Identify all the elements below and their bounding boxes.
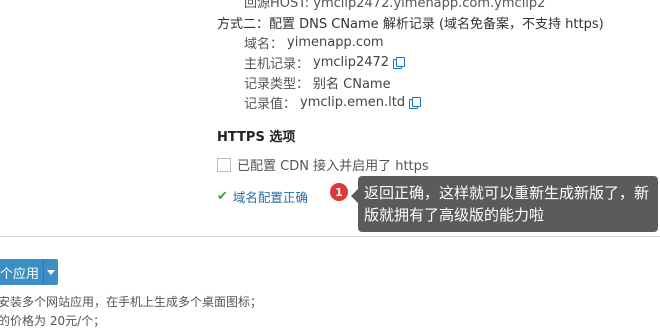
dropdown-caret-icon[interactable] [43,259,58,285]
domain-ok-text: 域名配置正确 [232,190,308,205]
copy-host-icon[interactable] [393,57,406,69]
annotation-tooltip: 返回正确，这样就可以重新生成新版了，新版就拥有了高级版的能力啦 [351,176,658,232]
type-label: 记录类型： [244,77,310,92]
checkmark-icon: ✔ [217,189,228,204]
cdn-https-option[interactable]: 已配置 CDN 接入并启用了 https [217,155,429,174]
host-value: ymclip2472 [313,55,390,70]
host-label: 主机记录： [244,57,310,72]
domain-value: yimenapp.com [287,35,384,50]
record-label: 记录值： [244,97,297,112]
record-value: ymclip.emen.ltd [300,95,406,110]
cdn-https-checkbox[interactable] [217,157,231,172]
cdn-https-label[interactable]: 已配置 CDN 接入并启用了 https [237,155,429,174]
method2-title: 方式二：配置 DNS CName 解析记录 (域名免备案，不支持 https) [217,17,604,32]
record-row: 记录值： ymclip.emen.ltd [244,93,422,112]
app-desc-line2: 的价格为 20元/个； [0,314,106,328]
section-divider [0,236,660,237]
type-row: 记录类型： 别名 CName [244,73,391,92]
domain-ok-status: ✔ 域名配置正确 [217,187,308,206]
type-value: 别名 CName [313,77,391,92]
https-heading: HTTPS 选项 [217,130,296,145]
host-row: 主机记录： ymclip2472 [244,53,406,72]
app-desc-line1: 安装多个网站应用，在手机上生成多个桌面图标； [0,295,263,309]
add-app-button-label[interactable]: 个应用 [0,263,43,282]
method1-host-line: 回源HOST: ymclip2472.yimenapp.com.ymclip2 [244,0,546,11]
step-badge: 1 [330,183,348,201]
add-app-button[interactable]: 个应用 [0,259,59,285]
domain-row: 域名： yimenapp.com [244,33,384,52]
domain-label: 域名： [244,37,284,52]
copy-record-icon[interactable] [409,97,422,109]
